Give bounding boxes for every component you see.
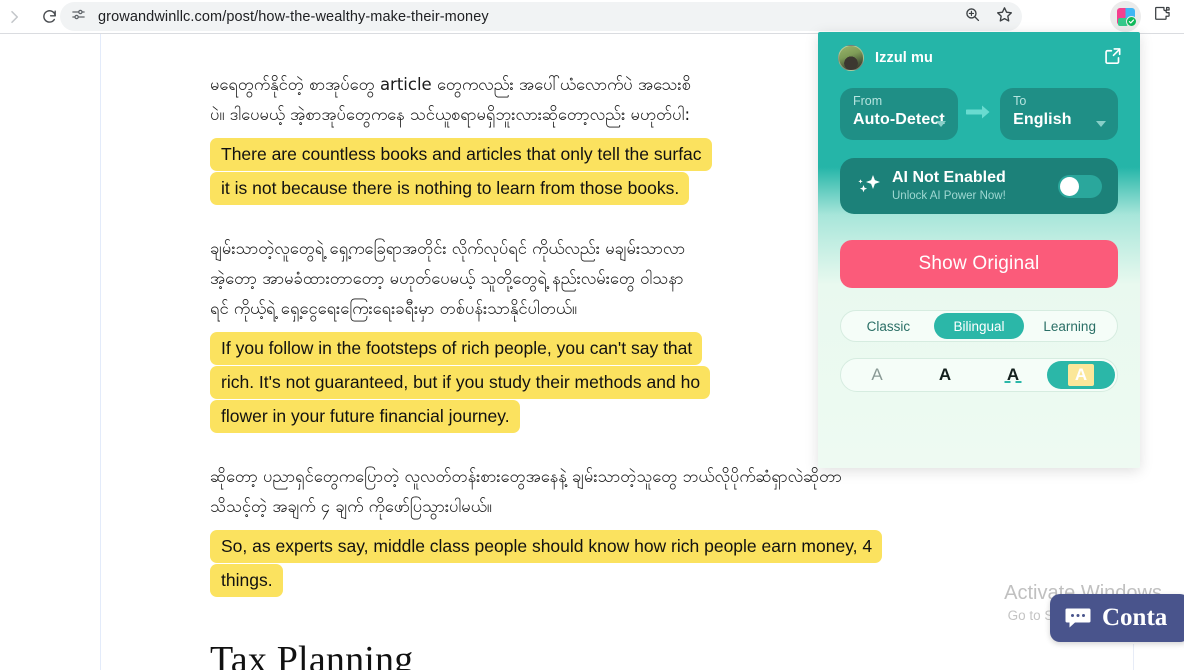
contact-chat-button[interactable]: Conta bbox=[1050, 594, 1184, 642]
chevron-down-icon bbox=[1096, 121, 1106, 127]
omnibox-actions bbox=[964, 2, 1014, 31]
contact-chat-label: Conta bbox=[1102, 604, 1168, 631]
check-badge-icon bbox=[1126, 16, 1137, 27]
style-option-bold[interactable]: A bbox=[911, 361, 979, 389]
ai-status-title: AI Not Enabled bbox=[892, 169, 1006, 186]
browser-toolbar: growandwinllc.com/post/how-the-wealthy-m… bbox=[0, 0, 1184, 33]
zoom-search-icon[interactable] bbox=[964, 6, 981, 28]
translation-line: So, as experts say, middle class people … bbox=[210, 530, 883, 563]
translation-line: If you follow in the footsteps of rich p… bbox=[210, 332, 703, 365]
text-style-control: A A A A bbox=[840, 358, 1118, 392]
share-export-icon bbox=[1103, 46, 1123, 71]
ai-status-subtitle: Unlock AI Power Now! bbox=[892, 190, 1006, 202]
forward-arrow-icon bbox=[6, 8, 24, 26]
from-label: From bbox=[853, 94, 883, 108]
translation-line: it is not because there is nothing to le… bbox=[210, 172, 690, 205]
style-option-highlight[interactable]: A bbox=[1047, 361, 1115, 389]
reload-icon bbox=[41, 8, 58, 25]
translation-line: rich. It's not guaranteed, but if you st… bbox=[210, 366, 711, 399]
page-left-rule bbox=[100, 34, 101, 670]
url-text: growandwinllc.com/post/how-the-wealthy-m… bbox=[98, 8, 489, 25]
mode-segmented-control: Classic Bilingual Learning bbox=[840, 310, 1118, 342]
extensions-menu-button[interactable] bbox=[1147, 1, 1178, 32]
direction-arrow bbox=[958, 103, 1000, 126]
ai-toggle-switch[interactable] bbox=[1058, 174, 1102, 198]
to-value: English bbox=[1013, 111, 1072, 128]
share-button[interactable] bbox=[1100, 45, 1126, 71]
mode-tab-learning[interactable]: Learning bbox=[1024, 313, 1115, 339]
forward-button[interactable] bbox=[0, 2, 30, 32]
translation-line: things. bbox=[210, 564, 283, 597]
translation-block-3: So, as experts say, middle class people … bbox=[210, 530, 1045, 598]
toolbar-right-icons bbox=[1110, 1, 1178, 32]
screenshot-root: growandwinllc.com/post/how-the-wealthy-m… bbox=[0, 0, 1184, 670]
mode-tab-bilingual[interactable]: Bilingual bbox=[933, 313, 1025, 339]
ai-status-row[interactable]: AI Not Enabled Unlock AI Power Now! bbox=[840, 158, 1118, 214]
from-value: Auto-Detect bbox=[853, 111, 945, 128]
translation-line: flower in your future financial journey. bbox=[210, 400, 520, 433]
site-settings-button[interactable] bbox=[66, 5, 90, 29]
from-language-select[interactable]: From Auto-Detect bbox=[840, 88, 958, 140]
tune-icon bbox=[71, 7, 86, 27]
panel-header: Izzul mu bbox=[818, 32, 1140, 84]
address-bar[interactable]: growandwinllc.com/post/how-the-wealthy-m… bbox=[60, 2, 1022, 31]
style-option-highlight-label: A bbox=[1067, 364, 1095, 386]
translator-extension-button[interactable] bbox=[1110, 1, 1141, 32]
translator-popup-panel: Izzul mu From Auto-Detect To English AI … bbox=[818, 32, 1140, 468]
paragraph-original-3: ဆိုတော့ ပညာရှင်တွေကပြောတဲ့ လူလတ်တန်းစားတ… bbox=[210, 462, 1045, 522]
chevron-down-icon bbox=[935, 121, 946, 127]
panel-user-name: Izzul mu bbox=[875, 50, 933, 66]
arrow-right-icon bbox=[964, 103, 992, 126]
sparkle-icon bbox=[854, 171, 884, 201]
translation-line: There are countless books and articles t… bbox=[210, 138, 712, 171]
language-selector-row: From Auto-Detect To English bbox=[818, 88, 1140, 140]
ai-status-texts: AI Not Enabled Unlock AI Power Now! bbox=[892, 168, 1006, 204]
to-label: To bbox=[1013, 94, 1027, 108]
page-right-rule bbox=[1133, 644, 1134, 670]
mode-tab-classic[interactable]: Classic bbox=[843, 313, 934, 339]
to-language-select[interactable]: To English bbox=[1000, 88, 1118, 140]
style-option-plain[interactable]: A bbox=[843, 361, 911, 389]
paragraph-line: သိသင့်တဲ့ အချက် ၄ ချက် ကိုဖော်ပြသွားပါမယ… bbox=[210, 497, 492, 516]
avatar bbox=[838, 45, 864, 71]
chat-bubble-icon bbox=[1064, 607, 1092, 629]
puzzle-piece-icon bbox=[1153, 5, 1172, 29]
style-option-underline[interactable]: A bbox=[979, 361, 1047, 389]
toggle-knob bbox=[1060, 176, 1079, 196]
show-original-button[interactable]: Show Original bbox=[840, 240, 1118, 288]
star-icon[interactable] bbox=[995, 5, 1014, 29]
section-heading: Tax Planning bbox=[210, 639, 414, 670]
